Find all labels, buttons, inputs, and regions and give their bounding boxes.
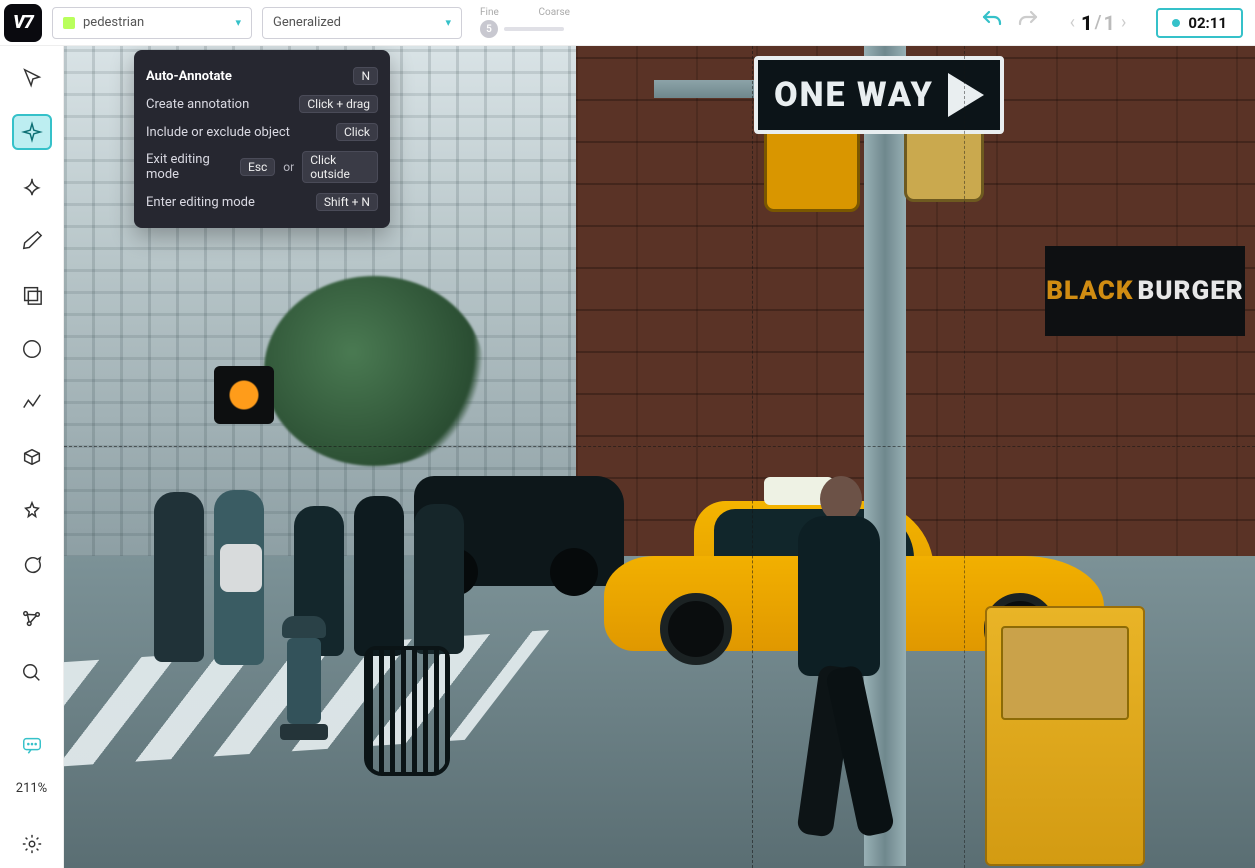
- recording-dot-icon: [1172, 19, 1180, 27]
- scene-burger-sign: BLACKBURGER: [1045, 246, 1245, 336]
- redo-button[interactable]: [1016, 8, 1040, 38]
- slider-coarse-label: Coarse: [538, 7, 570, 18]
- app-logo[interactable]: V7: [4, 4, 42, 42]
- settings-tool[interactable]: [12, 826, 52, 862]
- model-dropdown[interactable]: Generalized ▾: [262, 7, 462, 39]
- bounding-box-tool[interactable]: [12, 277, 52, 313]
- tooltip-exit-or: or: [283, 160, 294, 174]
- top-bar: V7 pedestrian ▾ Generalized ▾ Fine Coars…: [0, 0, 1255, 46]
- annotation-canvas[interactable]: Auto-Annotate N Create annotation Click …: [64, 46, 1255, 868]
- undo-button[interactable]: [980, 8, 1004, 38]
- model-dropdown-label: Generalized: [273, 15, 437, 30]
- chevron-down-icon: ▾: [445, 16, 451, 29]
- scene-ped-signal: [214, 366, 274, 424]
- slider-fine-label: Fine: [480, 7, 499, 18]
- page-indicator: ‹ 1 / 1 ›: [1066, 11, 1131, 35]
- tooltip-exit-key1: Esc: [240, 158, 275, 176]
- slider-track[interactable]: [504, 27, 564, 31]
- scene-crowd: [114, 486, 434, 666]
- cuboid-tool[interactable]: [12, 439, 52, 475]
- tooltip-create-key: Click + drag: [299, 95, 378, 113]
- tooltip-title: Auto-Annotate: [146, 69, 232, 84]
- crosshair-vertical-left: [752, 46, 753, 868]
- prev-page-button[interactable]: ‹: [1066, 12, 1079, 33]
- app-logo-text: V7: [13, 12, 33, 33]
- class-dropdown-label: pedestrian: [83, 15, 227, 30]
- polygon-tool[interactable]: [12, 168, 52, 204]
- tooltip-exit-label: Exit editing mode: [146, 152, 240, 182]
- scene-pedestrian: [784, 476, 894, 846]
- zoom-percent: 211%: [16, 781, 47, 796]
- scene-oneway-sign: ONE WAY: [754, 56, 1004, 134]
- tooltip-exit-key2: Click outside: [302, 151, 378, 183]
- page-slash: /: [1095, 12, 1102, 33]
- keypoint-tool[interactable]: [12, 493, 52, 529]
- tooltip-title-key: N: [353, 67, 378, 85]
- left-toolbar: 211%: [0, 46, 64, 868]
- select-tool[interactable]: [12, 60, 52, 96]
- crosshair-horizontal: [64, 446, 1255, 447]
- scene-hydrant: [280, 616, 328, 756]
- scene-newspaper-box: [985, 606, 1145, 866]
- next-page-button[interactable]: ›: [1117, 12, 1130, 33]
- granularity-slider: Fine Coarse 5: [480, 7, 570, 38]
- skeleton-tool[interactable]: [12, 601, 52, 637]
- tooltip-include-key: Click: [336, 123, 378, 141]
- tooltip-enter-label: Enter editing mode: [146, 195, 255, 210]
- tooltip-enter-key: Shift + N: [316, 193, 378, 211]
- comment-tool[interactable]: [12, 547, 52, 583]
- chevron-down-icon: ▾: [235, 16, 241, 29]
- brush-tool[interactable]: [12, 223, 52, 259]
- class-color-swatch: [63, 17, 75, 29]
- tooltip-include-label: Include or exclude object: [146, 125, 290, 140]
- timer-value: 02:11: [1188, 14, 1227, 32]
- ellipse-tool[interactable]: [12, 331, 52, 367]
- auto-annotate-tool[interactable]: [12, 114, 52, 150]
- page-current: 1: [1081, 11, 1093, 35]
- slider-value-badge: 5: [480, 20, 498, 38]
- search-tool[interactable]: [12, 655, 52, 691]
- tool-help-tooltip: Auto-Annotate N Create annotation Click …: [134, 50, 390, 228]
- history-controls: [980, 8, 1040, 38]
- class-dropdown[interactable]: pedestrian ▾: [52, 7, 252, 39]
- timer-display[interactable]: 02:11: [1156, 8, 1243, 38]
- chat-tool[interactable]: [12, 727, 52, 763]
- crosshair-vertical-right: [964, 46, 965, 868]
- scene-trash-can: [364, 646, 450, 776]
- page-total: 1: [1103, 11, 1114, 35]
- polyline-tool[interactable]: [12, 385, 52, 421]
- tooltip-create-label: Create annotation: [146, 97, 249, 112]
